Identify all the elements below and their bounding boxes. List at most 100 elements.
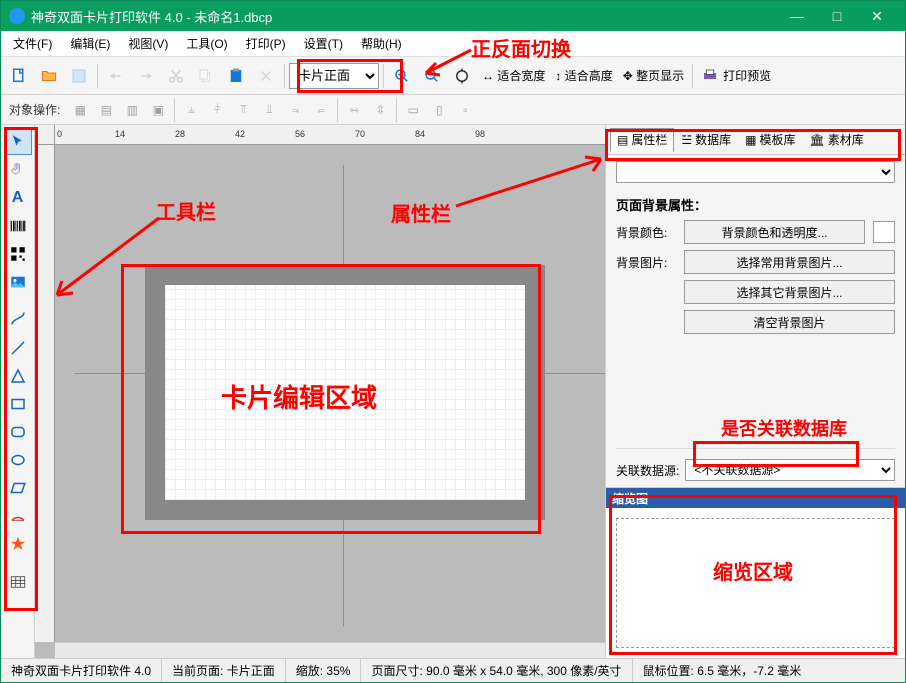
minimize-button[interactable]: —: [777, 1, 817, 31]
ungroup-button: ▯: [427, 98, 451, 122]
assoc-select[interactable]: <不关联数据源>: [685, 459, 895, 481]
tool-palette: A: [1, 125, 35, 658]
select-tool[interactable]: [4, 129, 32, 155]
ruler-vertical: [35, 145, 55, 642]
maximize-button[interactable]: □: [817, 1, 857, 31]
full-page-button[interactable]: ✥ 整页显示: [619, 67, 688, 84]
canvas-hscrollbar[interactable]: [55, 642, 605, 658]
panel-tabs: ▤属性栏 ☱数据库 ▦模板库 🏛素材库: [606, 125, 905, 155]
print-preview-button[interactable]: 打印预览: [697, 67, 775, 85]
tab-properties[interactable]: ▤属性栏: [610, 128, 674, 152]
undo-button[interactable]: [102, 62, 130, 90]
order-button: ▫: [453, 98, 477, 122]
card-canvas[interactable]: [165, 285, 525, 500]
cut-button[interactable]: [162, 62, 190, 90]
object-ops-label: 对象操作:: [9, 101, 60, 118]
barcode-tool[interactable]: [4, 213, 32, 239]
menu-print[interactable]: 打印(P): [238, 32, 294, 55]
ruler-corner: [35, 125, 55, 145]
assoc-label: 关联数据源:: [616, 462, 679, 479]
curve-tool[interactable]: [4, 307, 32, 333]
canvas-area[interactable]: 0 14 28 42 56 70 84 98: [35, 125, 605, 658]
zoom-reset-button[interactable]: [448, 62, 476, 90]
align-bottom-button: ⫭: [309, 98, 333, 122]
bg-color-button[interactable]: 背景颜色和透明度...: [684, 220, 865, 244]
align-button-3: ▥: [120, 98, 144, 122]
group-button: ▭: [401, 98, 425, 122]
hand-tool[interactable]: [4, 157, 32, 183]
object-ops-toolbar: 对象操作: ▦ ▤ ▥ ▣ ⫨ ⫩ ⫪ ⫫ ⫬ ⫭ ⇿ ⇳ ▭ ▯ ▫: [1, 95, 905, 125]
tab-database[interactable]: ☱数据库: [674, 128, 738, 152]
bg-image-common-button[interactable]: 选择常用背景图片...: [684, 250, 895, 274]
right-panel: ▤属性栏 ☱数据库 ▦模板库 🏛素材库 页面背景属性： 背景颜色: 背景颜色和透…: [605, 125, 905, 658]
align-middle-button: ⫬: [283, 98, 307, 122]
close-button[interactable]: ✕: [857, 1, 897, 31]
align-button-1: ▦: [68, 98, 92, 122]
menu-settings[interactable]: 设置(T): [296, 32, 351, 55]
rect-tool[interactable]: [4, 391, 32, 417]
bg-image-other-button[interactable]: 选择其它背景图片...: [684, 280, 895, 304]
card-outer: [145, 265, 545, 520]
parallelogram-tool[interactable]: [4, 475, 32, 501]
status-page-size: 页面尺寸: 90.0 毫米 x 54.0 毫米, 300 像素/英寸: [361, 659, 632, 682]
star-tool[interactable]: [4, 531, 32, 557]
object-type-select[interactable]: [616, 161, 895, 183]
arc-tool[interactable]: [4, 503, 32, 529]
menubar: 文件(F) 编辑(E) 视图(V) 工具(O) 打印(P) 设置(T) 帮助(H…: [1, 31, 905, 57]
fit-width-button[interactable]: ↔ 适合宽度: [478, 67, 549, 84]
bg-color-swatch[interactable]: [873, 221, 895, 243]
titlebar: 神奇双面卡片打印软件 4.0 - 未命名1.dbcp — □ ✕: [1, 1, 905, 31]
database-icon: ☱: [681, 133, 692, 147]
table-tool[interactable]: [4, 569, 32, 595]
thumbnail-section: 缩览图: [606, 487, 905, 658]
image-tool[interactable]: [4, 269, 32, 295]
align-left-button: ⫨: [179, 98, 203, 122]
status-mouse: 鼠标位置: 6.5 毫米，-7.2 毫米: [633, 659, 905, 682]
app-icon: [9, 8, 25, 24]
canvas-viewport[interactable]: [55, 145, 605, 642]
statusbar: 神奇双面卡片打印软件 4.0 当前页面: 卡片正面 缩放: 35% 页面尺寸: …: [1, 658, 905, 682]
text-tool[interactable]: A: [4, 185, 32, 211]
tab-templates[interactable]: ▦模板库: [738, 128, 802, 152]
zoom-out-button[interactable]: [418, 62, 446, 90]
main-toolbar: 卡片正面 ↔ 适合宽度 ↕ 适合高度 ✥ 整页显示 打印预览: [1, 57, 905, 95]
redo-button[interactable]: [132, 62, 160, 90]
panel-body: 页面背景属性： 背景颜色: 背景颜色和透明度... 背景图片: 选择常用背景图片…: [606, 155, 905, 487]
zoom-in-button[interactable]: [388, 62, 416, 90]
triangle-tool[interactable]: [4, 363, 32, 389]
open-button[interactable]: [35, 62, 63, 90]
menu-view[interactable]: 视图(V): [120, 32, 176, 55]
thumbnail-header: 缩览图: [606, 488, 905, 508]
menu-file[interactable]: 文件(F): [5, 32, 60, 55]
bg-image-clear-button[interactable]: 清空背景图片: [684, 310, 895, 334]
status-zoom: 缩放: 35%: [286, 659, 362, 682]
menu-tools[interactable]: 工具(O): [178, 32, 235, 55]
align-top-button: ⫫: [257, 98, 281, 122]
status-app: 神奇双面卡片打印软件 4.0: [1, 659, 162, 682]
dist-v-button: ⇳: [368, 98, 392, 122]
tab-resources[interactable]: 🏛素材库: [803, 128, 871, 152]
save-button[interactable]: [65, 62, 93, 90]
thumbnail-box[interactable]: [616, 518, 895, 648]
align-right-button: ⫪: [231, 98, 255, 122]
background-section-title: 页面背景属性：: [616, 195, 895, 214]
qrcode-tool[interactable]: [4, 241, 32, 267]
main-area: A 0 14 28 42 56 7: [1, 125, 905, 658]
new-button[interactable]: [5, 62, 33, 90]
menu-help[interactable]: 帮助(H): [353, 32, 410, 55]
roundrect-tool[interactable]: [4, 419, 32, 445]
menu-edit[interactable]: 编辑(E): [62, 32, 118, 55]
ruler-horizontal: 0 14 28 42 56 70 84 98: [55, 125, 605, 145]
paste-button[interactable]: [222, 62, 250, 90]
copy-button[interactable]: [192, 62, 220, 90]
line-tool[interactable]: [4, 335, 32, 361]
ellipse-tool[interactable]: [4, 447, 32, 473]
bg-image-label: 背景图片:: [616, 254, 676, 271]
delete-button[interactable]: [252, 62, 280, 90]
align-center-button: ⫩: [205, 98, 229, 122]
face-select[interactable]: 卡片正面: [289, 63, 379, 89]
align-button-4: ▣: [146, 98, 170, 122]
dist-h-button: ⇿: [342, 98, 366, 122]
fit-height-button[interactable]: ↕ 适合高度: [551, 67, 616, 84]
window-title: 神奇双面卡片打印软件 4.0 - 未命名1.dbcp: [31, 7, 777, 26]
